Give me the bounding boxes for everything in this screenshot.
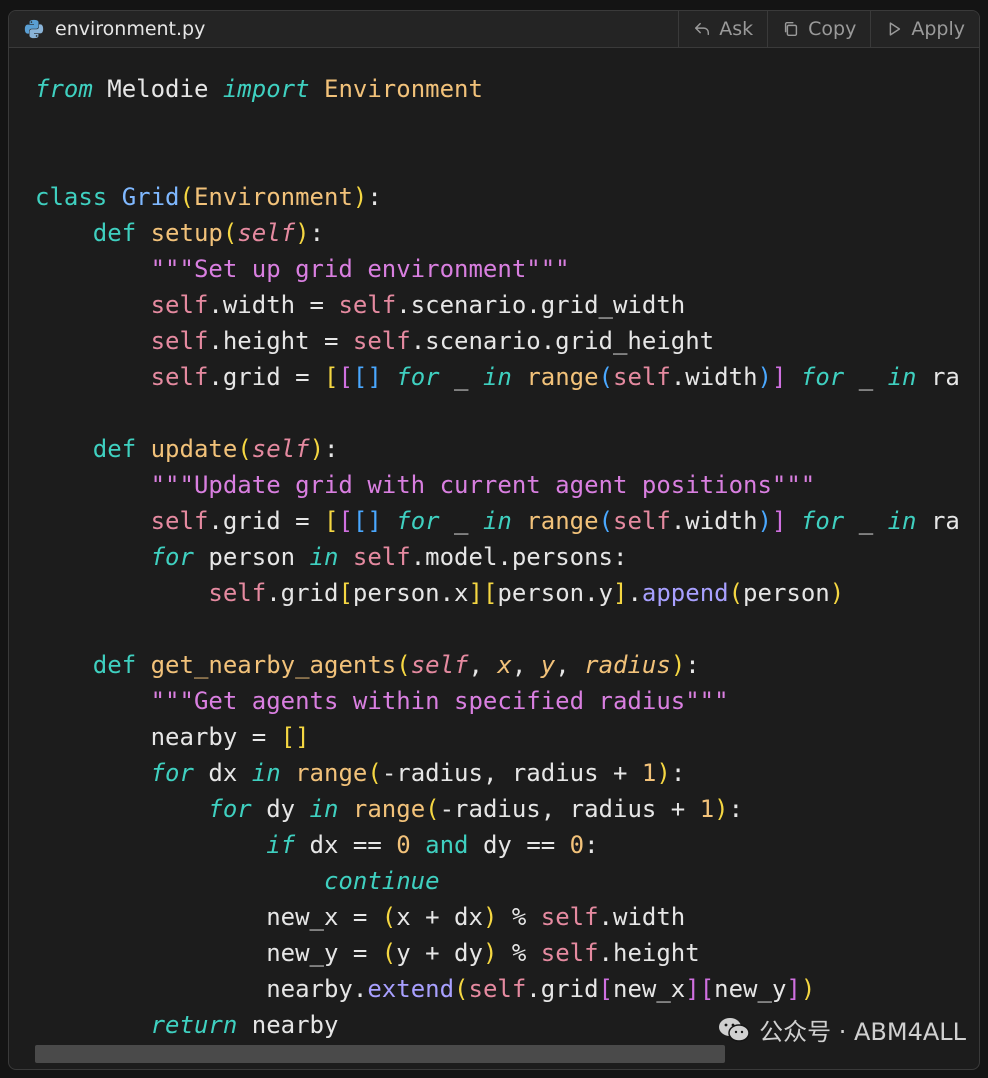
code-line: def update(self):	[92, 435, 339, 463]
code-line: nearby.extend(self.grid[new_x][new_y])	[35, 975, 816, 1003]
file-name: environment.py	[55, 18, 206, 40]
code-line: new_x = (x + dx) % self.width	[35, 903, 686, 931]
copy-button[interactable]: Copy	[767, 11, 870, 47]
ask-label: Ask	[719, 18, 754, 40]
code-content[interactable]: from Melodie import Environment class Gri…	[35, 71, 960, 1043]
code-line: self.grid[person.x][person.y].append(per…	[208, 579, 845, 607]
apply-label: Apply	[911, 18, 965, 40]
watermark: 公众号 · ABM4ALL	[717, 1012, 966, 1047]
code-line: self.height = self.scenario.grid_height	[150, 327, 715, 355]
code-line: if dx == 0 and dy == 0:	[266, 831, 599, 859]
code-line: def setup(self):	[92, 219, 325, 247]
copy-label: Copy	[808, 18, 857, 40]
python-file-icon	[23, 18, 45, 40]
code-actions: Ask Copy Apply	[678, 11, 979, 47]
wechat-icon	[719, 1017, 750, 1042]
ask-button[interactable]: Ask	[678, 11, 767, 47]
code-line: nearby = []	[35, 723, 310, 751]
code-line: from Melodie import Environment	[35, 75, 483, 103]
code-line: self.grid = [[[] for _ in range(self.wid…	[150, 507, 960, 535]
code-line: def get_nearby_agents(self, x, y, radius…	[92, 651, 700, 679]
horizontal-scrollbar[interactable]	[35, 1045, 725, 1063]
code-line: for dx in range(-radius, radius + 1):	[150, 759, 686, 787]
code-line: continue	[323, 867, 440, 895]
code-line: for person in self.model.persons:	[150, 543, 628, 571]
code-line: """Get agents within specified radius"""	[150, 687, 729, 715]
code-line: self.width = self.scenario.grid_width	[150, 291, 686, 319]
watermark-text: 公众号 · ABM4ALL	[759, 1018, 966, 1046]
code-block: environment.py Ask Copy Apply from Melod…	[8, 10, 980, 1070]
apply-button[interactable]: Apply	[870, 11, 979, 47]
code-line: for dy in range(-radius, radius + 1):	[208, 795, 744, 823]
play-triangle-icon	[890, 22, 901, 36]
code-line: """Update grid with current agent positi…	[150, 471, 816, 499]
code-line: """Set up grid environment"""	[150, 255, 570, 283]
code-line: class Grid(Environment):	[35, 183, 382, 211]
code-line: self.grid = [[[] for _ in range(self.wid…	[150, 363, 960, 391]
copy-icon	[785, 21, 798, 37]
file-tab: environment.py	[9, 11, 678, 47]
reply-arrow-icon	[695, 22, 710, 36]
code-line: new_y = (y + dy) % self.height	[35, 939, 700, 967]
code-block-header: environment.py Ask Copy Apply	[9, 11, 979, 48]
